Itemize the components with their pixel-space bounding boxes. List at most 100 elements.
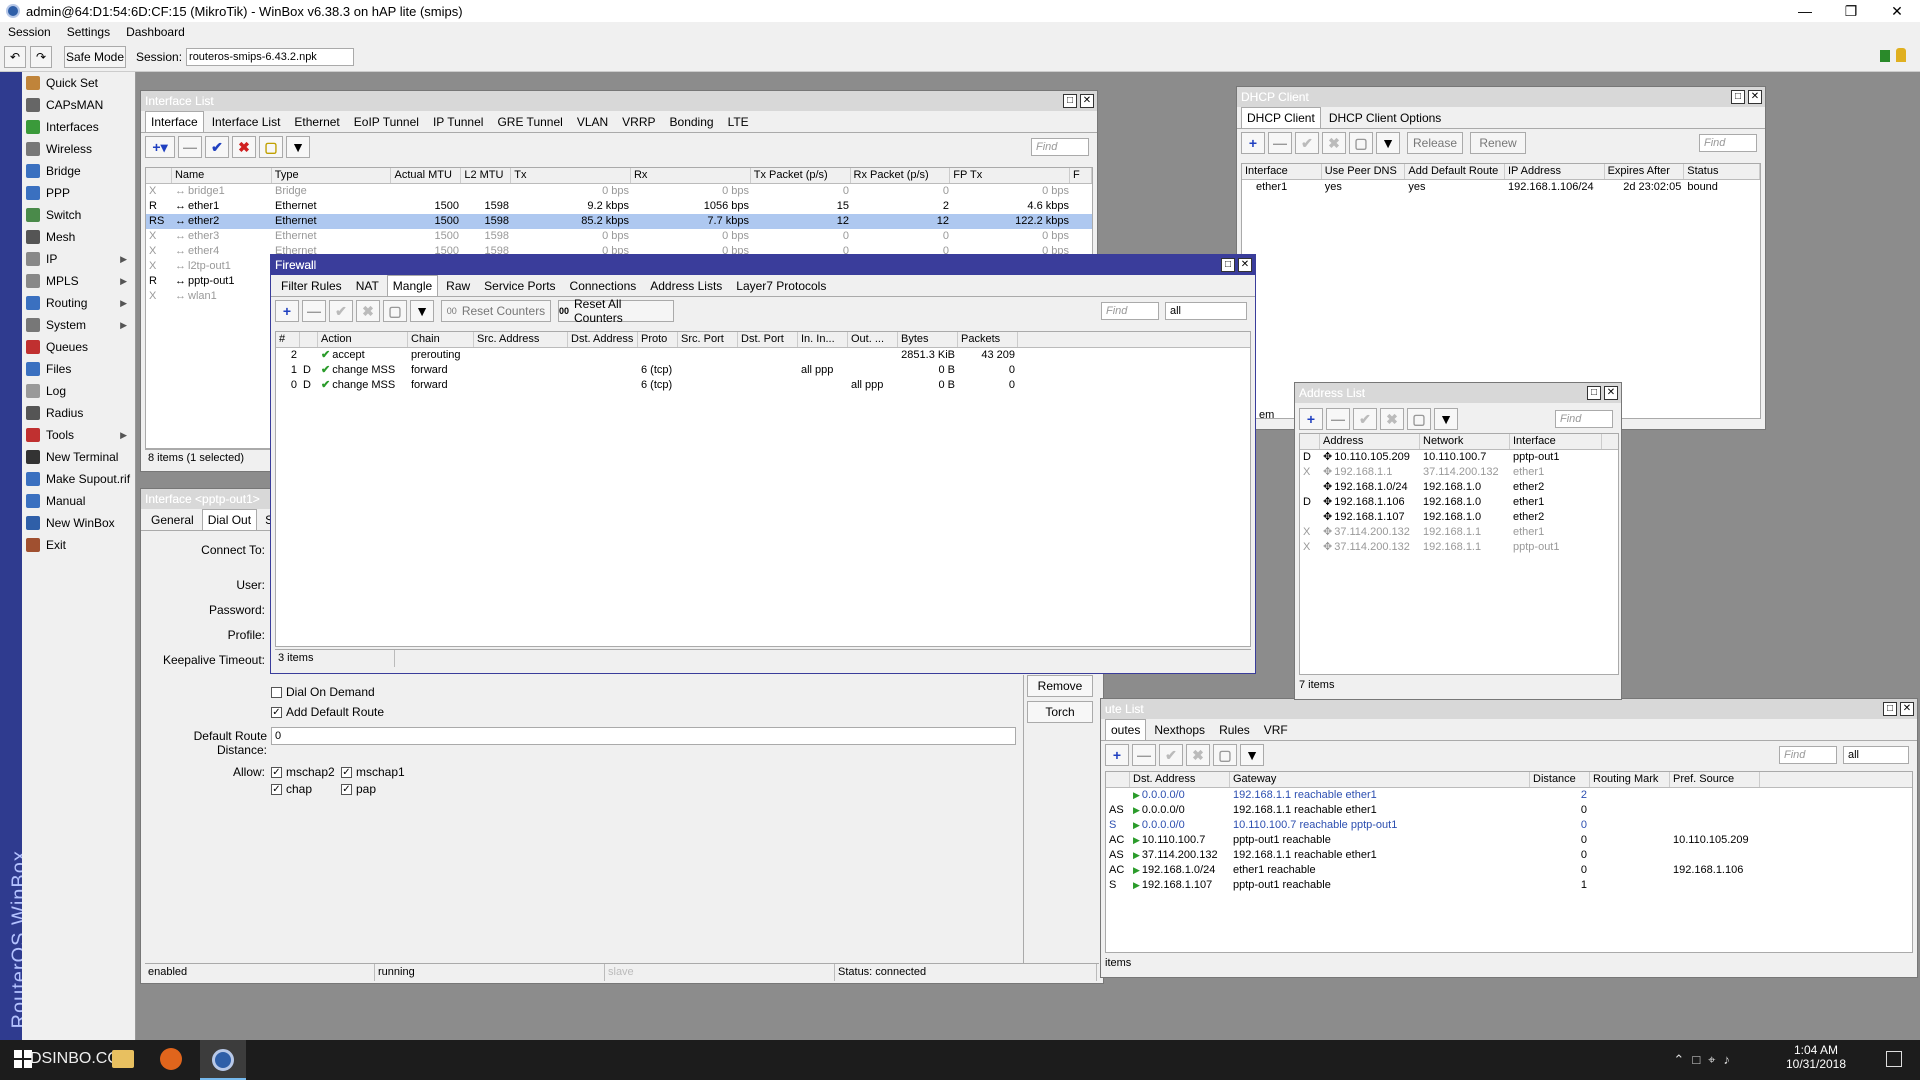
column-header[interactable]: # xyxy=(276,332,300,347)
table-row[interactable]: D ✥ 10.110.105.209 10.110.100.7 pptp-out1 xyxy=(1300,450,1618,465)
column-header[interactable]: Network xyxy=(1420,434,1510,449)
add-button[interactable]: +▾ xyxy=(145,136,175,158)
column-header[interactable]: F xyxy=(1070,168,1092,183)
tab-mangle[interactable]: Mangle xyxy=(386,275,439,296)
column-header[interactable]: Rx xyxy=(631,168,751,183)
mschap2-checkbox[interactable]: ✓ mschap2 xyxy=(271,765,335,779)
enable-button[interactable]: ✔ xyxy=(1159,744,1183,766)
column-header[interactable]: Gateway xyxy=(1230,772,1530,787)
sidebar-item-radius[interactable]: Radius xyxy=(22,402,135,424)
column-header[interactable]: Dst. Port xyxy=(738,332,798,347)
checkbox[interactable] xyxy=(271,687,282,699)
column-header[interactable]: Distance xyxy=(1530,772,1590,787)
tab-ip-tunnel[interactable]: IP Tunnel xyxy=(427,111,489,132)
disable-button[interactable]: ✖ xyxy=(232,136,256,158)
column-header[interactable]: Use Peer DNS xyxy=(1322,164,1406,179)
find-input[interactable]: Find xyxy=(1555,410,1613,428)
close-button[interactable]: ✕ xyxy=(1874,0,1920,22)
table-row[interactable]: ✥ 192.168.1.0/24 192.168.1.0 ether2 xyxy=(1300,480,1618,495)
minimize-button[interactable]: — xyxy=(1782,0,1828,22)
filter-button[interactable]: ▼ xyxy=(1434,408,1458,430)
add-button[interactable]: + xyxy=(1105,744,1129,766)
checkbox[interactable]: ✓ xyxy=(341,784,352,796)
sidebar-item-tools[interactable]: Tools ▶ xyxy=(22,424,135,446)
filter-select[interactable]: all xyxy=(1165,302,1247,320)
safe-mode-button[interactable]: Safe Mode xyxy=(64,45,126,68)
remove-button[interactable]: — xyxy=(1268,132,1292,154)
table-row[interactable]: 0 D ✔ change MSS forward 6 (tcp) all ppp 0 B0 xyxy=(276,378,1250,393)
maximize-icon[interactable]: □ xyxy=(1221,258,1235,272)
column-header[interactable]: Action xyxy=(318,332,408,347)
column-header[interactable]: Interface xyxy=(1242,164,1322,179)
torch-button[interactable]: Torch xyxy=(1027,701,1093,723)
find-input[interactable]: Find xyxy=(1699,134,1757,152)
sidebar-item-make-supout-rif[interactable]: Make Supout.rif xyxy=(22,468,135,490)
tab-nat[interactable]: NAT xyxy=(350,275,385,296)
maximize-icon[interactable]: □ xyxy=(1731,90,1745,104)
tab-routes[interactable]: outes xyxy=(1105,719,1147,740)
table-row[interactable]: 1 D ✔ change MSS forward 6 (tcp) all ppp 0 B0 xyxy=(276,363,1250,378)
column-header[interactable]: Routing Mark xyxy=(1590,772,1670,787)
file-explorer-icon[interactable] xyxy=(112,1050,134,1068)
sidebar-item-wireless[interactable]: Wireless xyxy=(22,138,135,160)
enable-button[interactable]: ✔ xyxy=(205,136,229,158)
menu-session[interactable]: Session xyxy=(8,25,51,39)
undo-button[interactable]: ↶ xyxy=(4,45,26,68)
enable-button[interactable]: ✔ xyxy=(1295,132,1319,154)
sidebar-item-log[interactable]: Log xyxy=(22,380,135,402)
filter-button[interactable]: ▼ xyxy=(1376,132,1400,154)
sidebar-item-ppp[interactable]: PPP xyxy=(22,182,135,204)
tab-eoip-tunnel[interactable]: EoIP Tunnel xyxy=(348,111,425,132)
column-header[interactable]: Expires After xyxy=(1605,164,1685,179)
clock[interactable]: 1:04 AM 10/31/2018 xyxy=(1770,1043,1862,1071)
column-header[interactable]: IP Address xyxy=(1505,164,1605,179)
sidebar-item-queues[interactable]: Queues xyxy=(22,336,135,358)
column-header[interactable]: Type xyxy=(272,168,392,183)
table-row[interactable]: R ↔ ether1 Ethernet 1500 1598 9.2 kbps 1056 bps… xyxy=(146,199,1092,214)
close-icon[interactable]: ✕ xyxy=(1238,258,1252,272)
sidebar-item-quick-set[interactable]: Quick Set xyxy=(22,72,135,94)
column-header[interactable]: Actual MTU xyxy=(391,168,462,183)
table-row[interactable]: S ▶ 192.168.1.107 pptp-out1 reachable 1 xyxy=(1106,878,1912,893)
sidebar-item-mesh[interactable]: Mesh xyxy=(22,226,135,248)
disable-button[interactable]: ✖ xyxy=(1186,744,1210,766)
table-row[interactable]: AC ▶ 192.168.1.0/24 ether1 reachable 0 192.16… xyxy=(1106,863,1912,878)
close-icon[interactable]: ✕ xyxy=(1604,386,1618,400)
column-header[interactable]: Add Default Route xyxy=(1405,164,1505,179)
add-button[interactable]: + xyxy=(1241,132,1265,154)
column-header[interactable]: Status xyxy=(1684,164,1760,179)
tab-bonding[interactable]: Bonding xyxy=(664,111,720,132)
winbox-taskbar-button[interactable] xyxy=(200,1040,246,1080)
column-header[interactable]: Address xyxy=(1320,434,1420,449)
filter-button[interactable]: ▼ xyxy=(286,136,310,158)
filter-select[interactable]: all xyxy=(1843,746,1909,764)
column-header[interactable]: Interface xyxy=(1510,434,1602,449)
tab-address-lists[interactable]: Address Lists xyxy=(644,275,728,296)
maximize-icon[interactable]: □ xyxy=(1063,94,1077,108)
maximize-icon[interactable]: □ xyxy=(1883,702,1897,716)
disable-button[interactable]: ✖ xyxy=(1380,408,1404,430)
column-header[interactable]: Src. Address xyxy=(474,332,568,347)
comment-button[interactable]: ▢ xyxy=(1213,744,1237,766)
chap-checkbox[interactable]: ✓ chap xyxy=(271,782,312,796)
table-row[interactable]: RS ↔ ether2 Ethernet 1500 1598 85.2 kbps 7.7 kb… xyxy=(146,214,1092,229)
tab-service-ports[interactable]: Service Ports xyxy=(478,275,561,296)
enable-button[interactable]: ✔ xyxy=(329,300,353,322)
firefox-icon[interactable] xyxy=(160,1048,182,1070)
sidebar-item-bridge[interactable]: Bridge xyxy=(22,160,135,182)
table-row[interactable]: ▶ 0.0.0.0/0 192.168.1.1 reachable ether1 2 xyxy=(1106,788,1912,803)
column-header[interactable]: Dst. Address xyxy=(1130,772,1230,787)
tab-interface[interactable]: Interface xyxy=(145,111,204,132)
table-row[interactable]: X ✥ 192.168.1.1 37.114.200.132 ether1 xyxy=(1300,465,1618,480)
column-header[interactable]: L2 MTU xyxy=(461,168,512,183)
tray-icons[interactable]: ⌃□⌖♪ xyxy=(1673,1052,1738,1068)
table-row[interactable]: X ✥ 37.114.200.132 192.168.1.1 pptp-out1 xyxy=(1300,540,1618,555)
maximize-icon[interactable]: □ xyxy=(1587,386,1601,400)
release-button[interactable]: Release xyxy=(1407,132,1463,154)
sidebar-item-interfaces[interactable]: Interfaces xyxy=(22,116,135,138)
column-header[interactable]: Name xyxy=(172,168,272,183)
table-row[interactable]: AS ▶ 37.114.200.132 192.168.1.1 reachable e… xyxy=(1106,848,1912,863)
sidebar-item-new-winbox[interactable]: New WinBox xyxy=(22,512,135,534)
comment-button[interactable]: ▢ xyxy=(259,136,283,158)
remove-button[interactable]: — xyxy=(1326,408,1350,430)
